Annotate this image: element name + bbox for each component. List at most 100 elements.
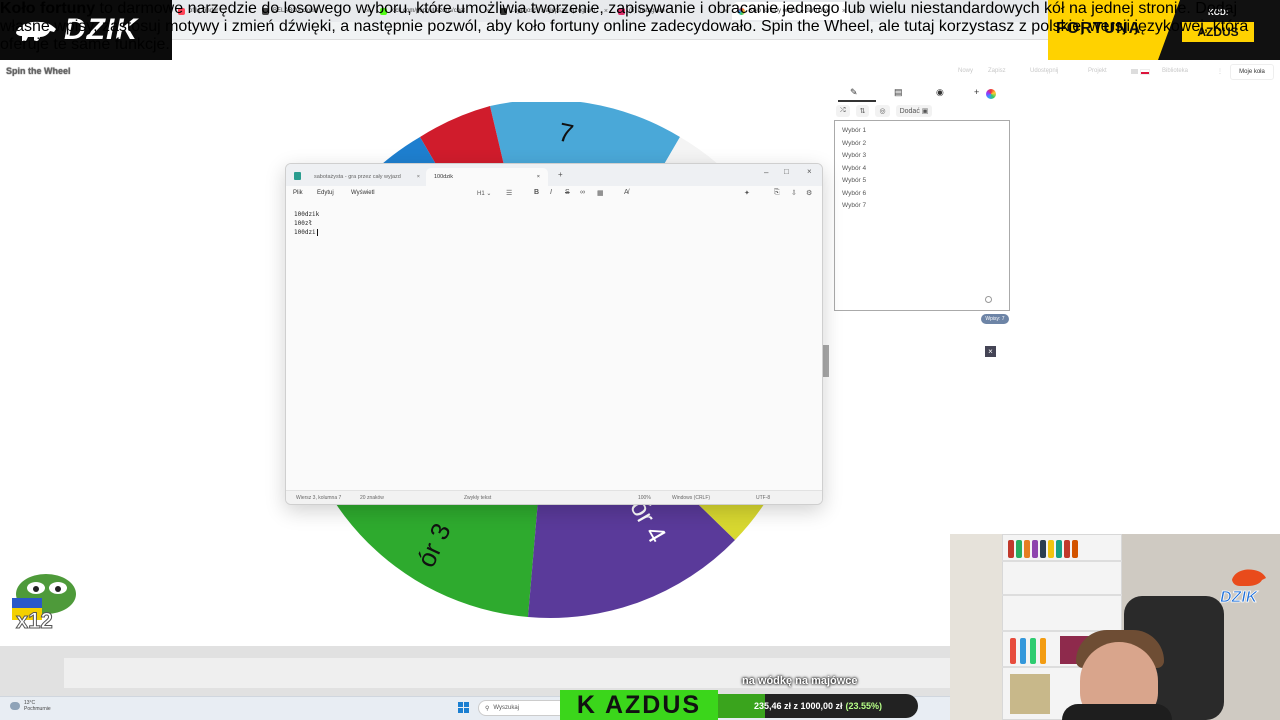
notepad-editor[interactable]: 100dzik 100zł 100dzi (294, 210, 319, 237)
goal-progress-label: 235,46 zł z 1000,00 zł (23.55%) (718, 694, 918, 718)
copilot-icon[interactable]: ✦ (744, 189, 750, 197)
active-tab-indicator (838, 100, 876, 102)
box (1010, 674, 1050, 714)
dzik-cam-logo: DZIK (1220, 569, 1266, 606)
heading-dropdown[interactable]: H1 ⌄ (477, 190, 491, 197)
site-brand[interactable]: Spin the Wheel (6, 66, 71, 76)
goal-title: na wódkę na majówce (742, 675, 858, 687)
tab-close-icon[interactable]: × (537, 174, 540, 180)
notepad-tab-title: 100dzik (434, 174, 453, 180)
italic-icon[interactable]: I (550, 189, 552, 196)
entry-line: Wybór 4 (842, 164, 867, 172)
bottle (1040, 540, 1046, 558)
status-zoom[interactable]: 100% (638, 495, 651, 501)
new-tab-icon[interactable]: + (558, 170, 563, 179)
close-icon[interactable]: × (985, 346, 996, 357)
heading-label: H1 (477, 191, 485, 197)
clear-format-icon[interactable]: A̸ (624, 189, 629, 196)
text-line: 100dzik (294, 211, 320, 218)
my-wheels-button[interactable]: Moje koła (1230, 64, 1274, 80)
minimize-icon[interactable]: – (764, 168, 768, 177)
nav-project[interactable]: Projekt (1088, 68, 1107, 74)
more-icon[interactable]: ⋮ (1217, 68, 1223, 75)
entries-count-badge: Wpisy: 7 (981, 314, 1009, 324)
description-text: Koło fortuny to darmowe narzędzie do los… (0, 0, 1280, 54)
save-icon[interactable]: ⇩ (791, 189, 797, 197)
person-shirt (1062, 704, 1172, 720)
nav-share[interactable]: Udostępnij (1030, 68, 1058, 74)
maximize-icon[interactable]: □ (784, 167, 789, 176)
nav-new[interactable]: Nowy (958, 68, 973, 74)
shuffle-icon[interactable]: ⤮ (836, 105, 850, 117)
taskbar-search[interactable]: ⚲ Wyszukaj (478, 700, 570, 716)
bottle (1010, 638, 1016, 664)
bold-icon[interactable]: B (534, 189, 539, 196)
status-eol: Windows (CRLF) (672, 495, 711, 501)
status-encoding: UTF-8 (756, 495, 771, 501)
menu-view[interactable]: Wyświetl (351, 190, 375, 196)
settings-icon[interactable] (1131, 69, 1138, 74)
notepad-tab-active[interactable]: 100dzik × (426, 168, 548, 186)
kick-azdus-logo: K AZDUS (560, 690, 718, 720)
weather-widget[interactable]: 13°C Pochmurnie (24, 700, 51, 712)
settings-icon[interactable]: ⚙ (806, 189, 812, 197)
add-image-label: Dodać (899, 107, 920, 115)
nav-save[interactable]: Zapisz (988, 68, 1006, 74)
bottle (1048, 540, 1054, 558)
panel-collapse-handle[interactable] (823, 345, 829, 377)
bottle (1040, 638, 1046, 664)
entry-line: Wybór 2 (842, 139, 867, 147)
search-placeholder: Wyszukaj (493, 705, 520, 711)
add-icon[interactable]: + (974, 87, 979, 97)
notepad-tab[interactable]: sabotażysta - gra przez cały wyjazd × (306, 168, 428, 186)
color-palette-icon[interactable] (986, 89, 996, 99)
strikethrough-icon[interactable]: S (565, 189, 570, 196)
sort-icon[interactable]: ⇅ (855, 105, 870, 117)
description-band (0, 646, 950, 696)
shelf-board (1002, 560, 1122, 562)
text-line-content: 100dzi (294, 229, 316, 236)
text-line: 100zł (294, 220, 313, 227)
entry-line: Wybór 7 (842, 202, 867, 209)
table-icon[interactable]: ▦ (597, 189, 604, 197)
search-icon: ⚲ (485, 705, 490, 712)
list-icon[interactable]: ☰ (506, 189, 512, 197)
notepad-menubar: Plik Edytuj Wyświetl H1 ⌄ ☰ B I S ∞ ▦ A̸… (286, 186, 822, 202)
bottle (1032, 540, 1038, 558)
screen: ofil | Tinder × BELABOX cloud × kick.com… (0, 0, 1280, 720)
notepad-app-icon (294, 172, 301, 180)
notepad-tab-title: sabotażysta - gra przez cały wyjazd (314, 174, 401, 180)
menu-file[interactable]: Plik (293, 190, 303, 196)
wall (950, 534, 1002, 720)
shelf-board (1002, 594, 1122, 596)
cloud-icon (10, 702, 20, 710)
nav-library[interactable]: Biblioteka (1162, 68, 1188, 74)
notepad-titlebar: sabotażysta - gra przez cały wyjazd × 10… (286, 164, 822, 186)
share-icon[interactable]: ⎘ (774, 189, 780, 197)
goal-percent: (23.55%) (845, 701, 883, 711)
editor-toolbar: ✎ ▤ ◉ + (834, 86, 1010, 102)
link-icon[interactable]: ∞ (580, 189, 585, 196)
hide-icon[interactable]: ◉ (936, 87, 944, 98)
weather-desc: Pochmurnie (24, 706, 51, 712)
status-chars: 20 znaków (360, 495, 384, 501)
bottle (1056, 540, 1062, 558)
menu-edit[interactable]: Edytuj (317, 190, 334, 196)
image-icon[interactable]: ◎ (875, 105, 890, 117)
text-line: 100dzi (294, 228, 319, 237)
pepe-emote: x12 (12, 574, 76, 634)
entry-line: Wybór 6 (842, 189, 867, 197)
bottle (1020, 638, 1026, 664)
text-cursor (316, 229, 318, 236)
windows-start-icon[interactable] (458, 702, 469, 713)
tab-close-icon[interactable]: × (417, 174, 420, 180)
cam-logo-text: DZIK (1220, 589, 1259, 606)
add-image-button[interactable]: Dodać ▣ (895, 105, 933, 117)
pencil-icon[interactable]: ✎ (850, 87, 858, 98)
language-flag-icon[interactable] (1140, 69, 1150, 75)
entries-textarea[interactable]: Wybór 1 Wybór 2 Wybór 3 Wybór 4 Wybór 5 … (834, 120, 1010, 311)
close-icon[interactable]: × (807, 167, 812, 176)
resize-handle-icon[interactable] (985, 296, 992, 303)
entry-line: Wybór 1 (842, 127, 867, 134)
clipboard-icon[interactable]: ▤ (894, 87, 903, 98)
